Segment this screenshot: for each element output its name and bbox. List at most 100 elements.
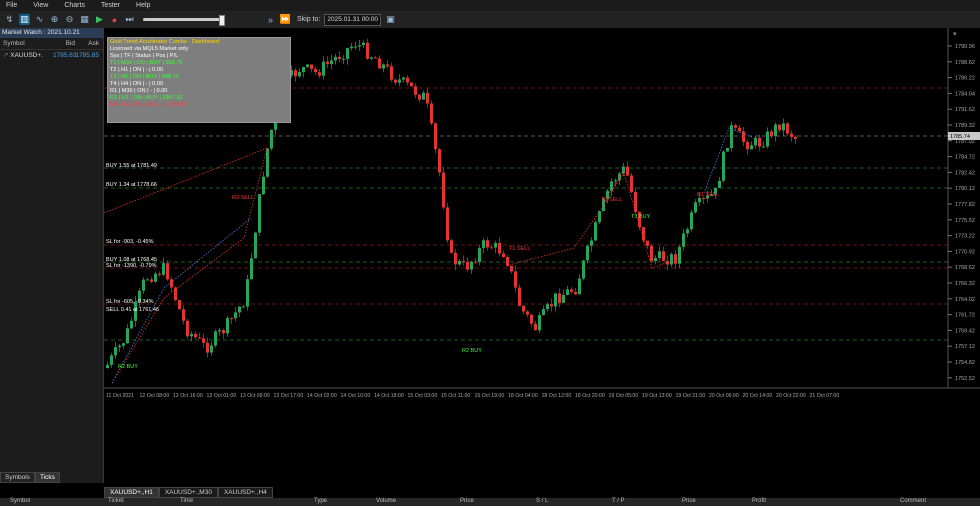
candle-body <box>390 66 393 80</box>
dashboard-line-6: R3 | H4 | ON | SELL | -1006.96 <box>110 102 187 108</box>
candle-body <box>250 258 253 280</box>
candle-body <box>190 333 193 337</box>
price-tick-label: 1768.62 <box>955 265 975 271</box>
time-tick-label: 18 Oct 20:00 <box>575 393 605 399</box>
candle-body <box>302 67 305 73</box>
header-ask[interactable]: Ask <box>75 38 99 49</box>
candle-body <box>686 229 689 234</box>
calendar-icon[interactable]: ▣ <box>385 14 396 25</box>
candle-body <box>562 294 565 303</box>
trades-header-1[interactable]: Ticket <box>108 498 124 504</box>
trades-header-10[interactable]: Comment <box>900 498 926 504</box>
candle-body <box>410 82 413 87</box>
price-tick-label: 1775.52 <box>955 218 975 224</box>
tab-symbols[interactable]: Symbols <box>0 472 35 483</box>
header-symbol[interactable]: Symbol <box>0 38 53 49</box>
candle-body <box>342 58 345 60</box>
candle-body <box>678 246 681 264</box>
menu-help[interactable]: Help <box>136 2 150 9</box>
menu-file[interactable]: File <box>6 2 17 9</box>
candle-body <box>330 60 333 64</box>
candle-body <box>526 311 529 315</box>
trades-header-7[interactable]: T / P <box>612 498 625 504</box>
dashboard-lines: T1 | M30 | ON | BUY | 658.75 T2 | H1 | ON… <box>110 60 288 109</box>
chart-tab-h4[interactable]: XAUUSD+.,H4 <box>217 487 273 498</box>
trades-header: Symbol Ticket Time Type Volume Price S / L T / … <box>0 498 980 506</box>
candlestick-icon[interactable]: ▥ <box>19 14 30 25</box>
trades-header-2[interactable]: Time <box>180 498 193 504</box>
candle-body <box>538 315 541 331</box>
candle-body <box>206 342 209 353</box>
time-tick-label: 18 Oct 04:00 <box>508 393 538 399</box>
step-icon[interactable]: ⏭ <box>124 14 135 25</box>
candle-body <box>338 56 341 60</box>
skip-to-date-input[interactable]: 2025.01.31 00:00 <box>324 13 381 26</box>
chart-annotation: BUY 1.34 at 1778.66 <box>106 182 157 188</box>
zoom-in-icon[interactable]: ⊕ <box>49 14 60 25</box>
candle-body <box>466 261 469 270</box>
chart-tab-h1[interactable]: XAUUSD+.,H1 <box>104 487 159 498</box>
zoom-out-icon[interactable]: ⊖ <box>64 14 75 25</box>
bid-cell: 1785.63 <box>53 52 77 59</box>
candle-body <box>326 61 329 64</box>
dashboard-line-2: T3 | H1 | ON | BUY | 948.72 <box>110 74 179 80</box>
candle-body <box>434 123 437 150</box>
candle-body <box>574 291 577 295</box>
stop-icon[interactable]: ● <box>109 14 120 25</box>
market-watch-row[interactable]: ↗ XAUUSD+. 1785.63 1785.85 <box>0 50 103 61</box>
chart-annotation: R3 SELL <box>232 195 254 201</box>
ask-cell: 1785.85 <box>75 52 100 59</box>
candle-body <box>210 345 213 353</box>
chart-tabs: XAUUSD+.,H1 XAUUSD+.,M30 XAUUSD+.,H4 <box>104 487 273 498</box>
trades-header-0[interactable]: Symbol <box>10 498 30 504</box>
skip-forward-icon[interactable]: ⏩ <box>280 14 291 25</box>
trades-header-6[interactable]: S / L <box>536 498 548 504</box>
candle-body <box>258 194 261 233</box>
chart-menu-icon[interactable]: ▾ <box>953 31 957 38</box>
candle-body <box>542 309 545 316</box>
time-tick-label: 18 Oct 12:00 <box>542 393 572 399</box>
candle-body <box>126 328 129 344</box>
candle-body <box>426 92 429 104</box>
candle-body <box>442 172 445 208</box>
trades-header-8[interactable]: Price <box>682 498 696 504</box>
menu-charts[interactable]: Charts <box>64 2 85 9</box>
candle-body <box>626 166 629 176</box>
play-icon[interactable]: ▶ <box>94 14 105 25</box>
tab-ticks[interactable]: Ticks <box>34 472 60 483</box>
candle-body <box>358 45 361 47</box>
price-cursor-label: 1785.74 <box>950 134 970 140</box>
candle-body <box>122 343 125 346</box>
candle-body <box>534 323 537 331</box>
line-icon[interactable]: ∿ <box>34 14 45 25</box>
chevron-icon[interactable]: » <box>265 14 276 25</box>
speed-slider-knob[interactable] <box>219 15 225 26</box>
candle-body <box>106 364 109 368</box>
candle-body <box>254 232 257 259</box>
trades-header-3[interactable]: Type <box>314 498 327 504</box>
trades-header-5[interactable]: Price <box>460 498 474 504</box>
speed-slider[interactable] <box>143 15 225 26</box>
line-chart-icon[interactable]: ↯ <box>4 14 15 25</box>
candle-body <box>702 198 705 200</box>
grid-icon[interactable]: ▦ <box>79 14 90 25</box>
candle-body <box>198 337 201 339</box>
price-tick-label: 1784.72 <box>955 155 975 161</box>
candle-body <box>494 242 497 248</box>
dashboard-line-0: T1 | M30 | ON | BUY | 658.75 <box>110 60 183 66</box>
chart-annotation: T3 BUY <box>631 214 651 220</box>
trades-header-4[interactable]: Volume <box>376 498 396 504</box>
trades-header-9[interactable]: Profit <box>752 498 766 504</box>
candle-body <box>786 123 789 134</box>
candle-body <box>594 222 597 241</box>
price-tick-label: 1764.02 <box>955 297 975 303</box>
chart-tab-m30[interactable]: XAUUSD+.,M30 <box>158 487 218 498</box>
dashboard-line-5: R2 | H1 | ON | BUY | 1867.32 <box>110 95 183 101</box>
menu-view[interactable]: View <box>33 2 48 9</box>
market-watch-panel: Market Watch : 2021.10.21 Symbol Bid Ask… <box>0 28 104 483</box>
chart-annotation: SL for -605, -0.34% <box>106 299 154 305</box>
header-bid[interactable]: Bid <box>53 38 75 49</box>
candle-body <box>162 263 165 275</box>
menu-tester[interactable]: Tester <box>101 2 120 9</box>
candle-body <box>354 46 357 48</box>
